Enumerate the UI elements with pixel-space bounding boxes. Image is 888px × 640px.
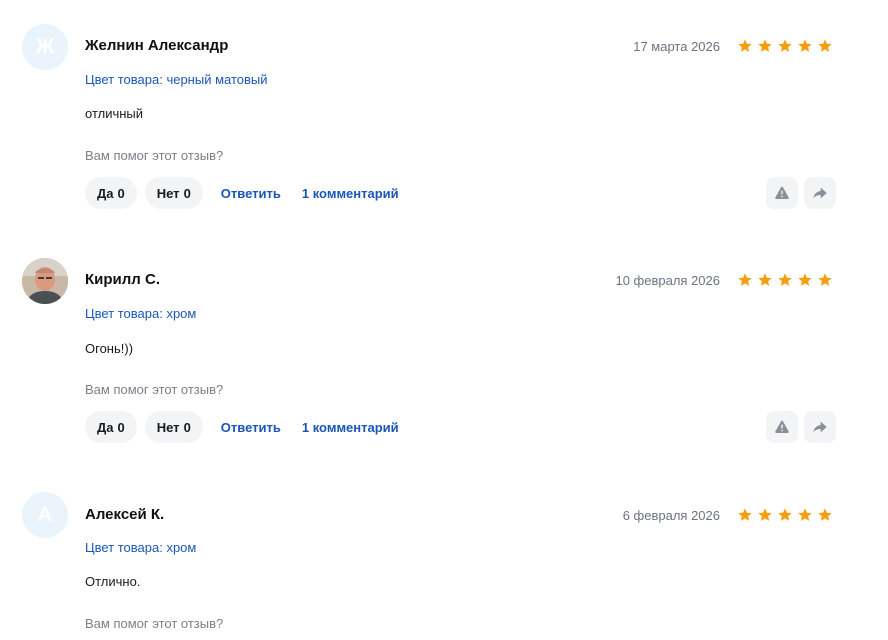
avatar-letter: Ж <box>35 35 55 58</box>
rating-stars <box>737 272 833 288</box>
product-variant: Цвет товара: хром <box>85 540 197 555</box>
star-icon <box>818 273 832 286</box>
reply-link[interactable]: Ответить <box>221 186 281 201</box>
share-button[interactable] <box>804 177 836 209</box>
star-icon <box>778 273 792 286</box>
review-actions: Да 0 Нет 0 Ответить 1 комментарий <box>85 411 410 443</box>
no-count: 0 <box>183 419 191 435</box>
helpful-question: Вам помог этот отзыв? <box>85 616 224 631</box>
star-icon <box>738 508 752 521</box>
warning-triangle-icon <box>775 186 789 199</box>
no-label: Нет <box>156 185 180 201</box>
helpful-no-button[interactable]: Нет 0 <box>144 177 203 209</box>
comments-link[interactable]: 1 комментарий <box>302 186 399 201</box>
reviewer-name: Алексей К. <box>85 506 165 523</box>
review-text: Отлично. <box>85 574 141 589</box>
star-icon <box>798 39 812 52</box>
helpful-question: Вам помог этот отзыв? <box>85 148 224 163</box>
helpful-yes-button[interactable]: Да 0 <box>85 177 137 209</box>
yes-count: 0 <box>117 185 125 201</box>
reply-link[interactable]: Ответить <box>221 420 281 435</box>
yes-count: 0 <box>117 419 125 435</box>
review-actions: Да 0 Нет 0 Ответить 1 комментарий <box>85 177 410 209</box>
no-count: 0 <box>183 185 191 201</box>
yes-label: Да <box>97 185 114 201</box>
reviewer-name: Желнин Александр <box>85 37 229 54</box>
no-label: Нет <box>156 419 180 435</box>
star-icon <box>758 39 772 52</box>
report-button[interactable] <box>766 177 798 209</box>
reviewer-name: Кирилл С. <box>85 271 160 288</box>
warning-triangle-icon <box>775 420 789 433</box>
review-date: 6 февраля 2026 <box>622 508 720 523</box>
helpful-no-button[interactable]: Нет 0 <box>144 411 203 443</box>
rating-stars <box>737 507 833 523</box>
star-icon <box>798 508 812 521</box>
report-button[interactable] <box>766 411 798 443</box>
star-icon <box>778 508 792 521</box>
product-variant: Цвет товара: черный матовый <box>85 72 268 87</box>
product-variant: Цвет товара: хром <box>85 306 197 321</box>
helpful-question: Вам помог этот отзыв? <box>85 382 224 397</box>
star-icon <box>758 273 772 286</box>
helpful-yes-button[interactable]: Да 0 <box>85 411 137 443</box>
comments-link[interactable]: 1 комментарий <box>302 420 399 435</box>
star-icon <box>758 508 772 521</box>
avatar-letter: А <box>37 503 53 526</box>
share-button[interactable] <box>804 411 836 443</box>
star-icon <box>778 39 792 52</box>
review-date: 17 марта 2026 <box>633 39 720 54</box>
user-photo-icon <box>22 258 68 304</box>
avatar: А <box>22 492 68 538</box>
avatar <box>22 258 68 304</box>
avatar: Ж <box>22 24 68 70</box>
review-text: Огонь!)) <box>85 341 134 356</box>
yes-label: Да <box>97 419 114 435</box>
star-icon <box>738 273 752 286</box>
star-icon <box>818 39 832 52</box>
star-icon <box>738 39 752 52</box>
star-icon <box>818 508 832 521</box>
rating-stars <box>737 38 833 54</box>
review-date: 10 февраля 2026 <box>615 273 720 288</box>
share-arrow-icon <box>813 421 827 433</box>
review-text: отличный <box>85 106 144 121</box>
star-icon <box>798 273 812 286</box>
share-arrow-icon <box>813 187 827 199</box>
